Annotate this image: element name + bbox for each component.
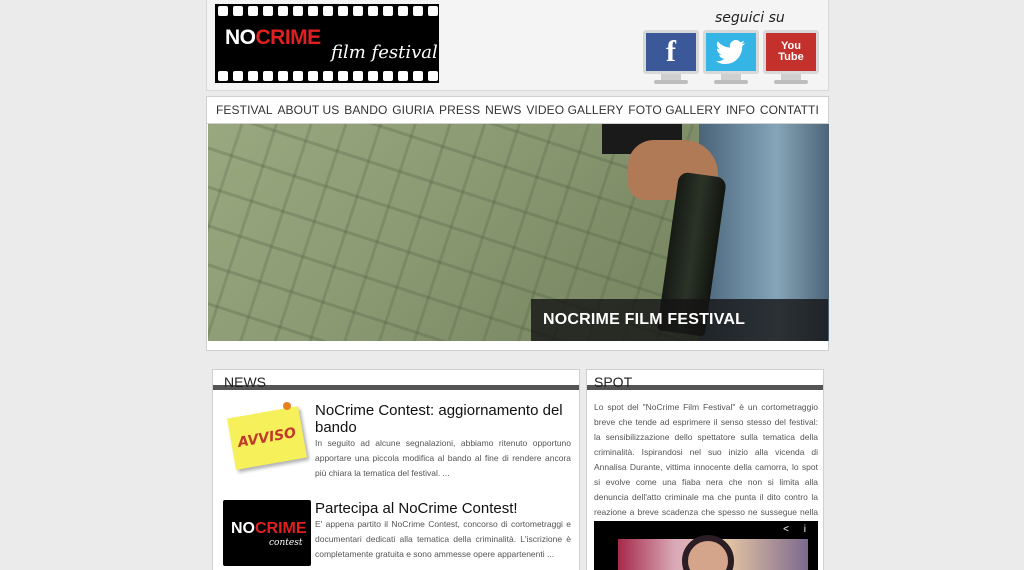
share-info-icon[interactable]: < i xyxy=(783,524,812,535)
pin-icon xyxy=(283,402,291,410)
contest-logo-subtitle: contest xyxy=(269,538,303,548)
logo-title: NOCRIME xyxy=(225,26,321,49)
news-item-title[interactable]: NoCrime Contest: aggiornamento del bando xyxy=(315,402,571,436)
nav-about-us[interactable]: ABOUT US xyxy=(277,103,339,117)
youtube-icon: You Tube xyxy=(763,30,819,74)
film-strip-bottom xyxy=(215,69,439,83)
news-title: NEWS xyxy=(213,370,579,390)
spot-title: SPOT xyxy=(587,370,823,390)
contest-logo-title: NOCRIME xyxy=(231,520,307,537)
avviso-thumbnail[interactable]: AVVISO xyxy=(223,402,311,470)
site-logo[interactable]: NOCRIME film festival xyxy=(215,4,439,83)
site-header: NOCRIME film festival seguici su f You T… xyxy=(206,0,829,91)
spot-panel: SPOT Lo spot del "NoCrime Film Festival"… xyxy=(586,369,824,570)
nav-contatti[interactable]: CONTATTI xyxy=(760,103,819,117)
video-player[interactable]: < i xyxy=(594,521,818,570)
news-item-excerpt: In seguito ad alcune segnalazioni, abbia… xyxy=(315,438,571,478)
nav-video-gallery[interactable]: VIDEO GALLERY xyxy=(526,103,623,117)
nav-info[interactable]: INFO xyxy=(726,103,755,117)
nav-foto-gallery[interactable]: FOTO GALLERY xyxy=(628,103,721,117)
hero-slider[interactable]: NOCRIME FILM FESTIVAL xyxy=(206,124,829,351)
nav-giuria[interactable]: GIURIA xyxy=(392,103,434,117)
film-strip-top xyxy=(215,4,439,18)
nav-news[interactable]: NEWS xyxy=(485,103,521,117)
nav-festival[interactable]: FESTIVAL xyxy=(216,103,273,117)
twitter-button[interactable] xyxy=(703,30,759,88)
news-panel: NEWS AVVISO NoCrime Contest: aggiornamen… xyxy=(212,369,580,570)
nav-press[interactable]: PRESS xyxy=(439,103,480,117)
spot-description: Lo spot del "NoCrime Film Festival" è un… xyxy=(594,402,818,532)
twitter-icon xyxy=(703,30,759,74)
youtube-button[interactable]: You Tube xyxy=(763,30,819,88)
news-item-excerpt: E' appena partito il NoCrime Contest, co… xyxy=(315,519,571,559)
hero-caption: NOCRIME FILM FESTIVAL xyxy=(531,299,828,341)
follow-label: seguici su xyxy=(715,10,785,26)
logo-subtitle: film festival xyxy=(331,42,438,63)
news-item-title[interactable]: Partecipa al NoCrime Contest! xyxy=(315,500,571,517)
facebook-button[interactable]: f xyxy=(643,30,699,88)
sticky-note-icon: AVVISO xyxy=(227,406,307,470)
contest-logo-thumbnail[interactable]: NOCRIME contest xyxy=(223,500,311,566)
nav-bando[interactable]: BANDO xyxy=(344,103,387,117)
main-nav: FESTIVAL ABOUT US BANDO GIURIA PRESS NEW… xyxy=(206,96,829,124)
facebook-icon: f xyxy=(643,30,699,74)
